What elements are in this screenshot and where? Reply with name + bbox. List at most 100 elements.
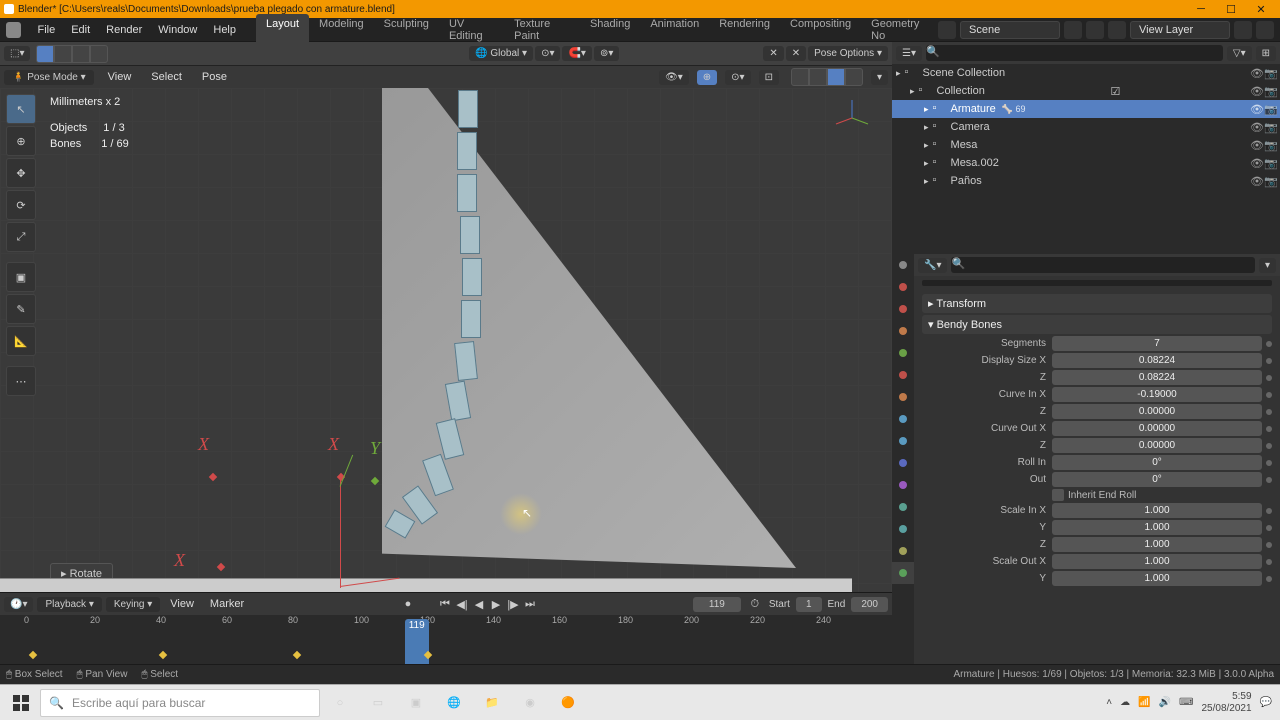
- prop-tab-9[interactable]: [892, 452, 914, 474]
- tab-layout[interactable]: Layout: [256, 14, 309, 46]
- view-layer-field[interactable]: View Layer: [1130, 21, 1230, 39]
- editor-type-dropdown[interactable]: ⬚▾: [4, 46, 30, 61]
- cursor-tool[interactable]: ↖: [6, 94, 36, 124]
- move-tool[interactable]: ✥: [6, 158, 36, 188]
- blender-taskbar-icon[interactable]: 🟠: [550, 689, 586, 717]
- orientation-dropdown[interactable]: 🌐 Global ▾: [469, 46, 533, 61]
- prop-value[interactable]: 0°: [1052, 472, 1262, 487]
- outliner-mesa002[interactable]: ▸▫Mesa.002👁📷: [892, 154, 1280, 172]
- tray-cloud-icon[interactable]: ☁: [1120, 697, 1130, 708]
- mirror-x-button[interactable]: ✕: [786, 46, 806, 61]
- outliner-filter-button[interactable]: ▽▾: [1227, 46, 1252, 61]
- prop-value[interactable]: 1.000: [1052, 537, 1262, 552]
- outliner-mesa[interactable]: ▸▫Mesa👁📷: [892, 136, 1280, 154]
- rotate-tool[interactable]: ⟳: [6, 190, 36, 220]
- timeline-marker-menu[interactable]: Marker: [204, 598, 250, 610]
- taskbar-clock[interactable]: 5:5925/08/2021: [1201, 691, 1251, 715]
- layer-new-icon[interactable]: [1234, 21, 1252, 39]
- prop-tab-3[interactable]: [892, 320, 914, 342]
- play-button[interactable]: ▶: [488, 596, 504, 612]
- prev-key-button[interactable]: ◀|: [454, 596, 470, 612]
- proportional-dropdown[interactable]: ⊚▾: [594, 46, 619, 61]
- prop-value[interactable]: 0°: [1052, 455, 1262, 470]
- tab-modeling[interactable]: Modeling: [309, 14, 374, 46]
- prop-tab-2[interactable]: [892, 298, 914, 320]
- current-frame-field[interactable]: 119: [693, 597, 741, 612]
- playback-dropdown[interactable]: Playback ▾: [37, 597, 101, 612]
- close-button[interactable]: ✕: [1246, 3, 1276, 16]
- taskbar-search[interactable]: 🔍 Escribe aquí para buscar: [40, 689, 320, 717]
- scale-tool[interactable]: ⤢: [6, 222, 36, 252]
- prop-tab-12[interactable]: [892, 518, 914, 540]
- extra-tool[interactable]: ⋯: [6, 366, 36, 396]
- view-menu[interactable]: View: [102, 71, 138, 83]
- start-button[interactable]: [4, 689, 38, 717]
- scene-browse-icon[interactable]: [938, 21, 956, 39]
- outliner-editor-dropdown[interactable]: ☰▾: [896, 46, 922, 61]
- scene-name-field[interactable]: Scene: [960, 21, 1060, 39]
- prop-value[interactable]: 0.00000: [1052, 438, 1262, 453]
- jump-end-button[interactable]: ⏭: [522, 596, 538, 612]
- outliner-camera[interactable]: ▸▫Camera👁📷: [892, 118, 1280, 136]
- keyframe[interactable]: [293, 651, 301, 659]
- shading-dropdown[interactable]: ▾: [871, 70, 888, 85]
- tray-chevron-icon[interactable]: ˄: [1106, 697, 1112, 708]
- select-menu[interactable]: Select: [145, 71, 188, 83]
- maximize-button[interactable]: ☐: [1216, 3, 1246, 16]
- keying-dropdown[interactable]: Keying ▾: [106, 597, 160, 612]
- select-mode-pills[interactable]: [36, 45, 108, 63]
- prop-value[interactable]: 0.08224: [1052, 370, 1262, 385]
- prop-tab-4[interactable]: [892, 342, 914, 364]
- prop-tab-0[interactable]: [892, 254, 914, 276]
- tab-uv-editing[interactable]: UV Editing: [439, 14, 504, 46]
- annotate-tool[interactable]: ✎: [6, 294, 36, 324]
- prop-tab-14[interactable]: [892, 562, 914, 584]
- layer-delete-icon[interactable]: [1256, 21, 1274, 39]
- 3d-viewport[interactable]: ↖⊕✥⟳⤢▣✎📐⋯ Millimeters x 2 Objects1 / 3 B…: [0, 88, 892, 592]
- prop-value[interactable]: 1.000: [1052, 571, 1262, 586]
- scene-delete-icon[interactable]: [1086, 21, 1104, 39]
- menu-window[interactable]: Window: [150, 24, 205, 36]
- pose-menu[interactable]: Pose: [196, 71, 233, 83]
- play-reverse-button[interactable]: ◀: [471, 596, 487, 612]
- prop-tab-5[interactable]: [892, 364, 914, 386]
- mirror-button[interactable]: ✕: [763, 46, 783, 61]
- outliner-armature[interactable]: ▸▫Armature🦴 69👁📷: [892, 100, 1280, 118]
- prop-tab-8[interactable]: [892, 430, 914, 452]
- menu-file[interactable]: File: [29, 24, 63, 36]
- prop-value[interactable]: 1.000: [1052, 520, 1262, 535]
- outliner-new-collection[interactable]: ⊞: [1256, 46, 1276, 61]
- outliner-search[interactable]: 🔍: [926, 45, 1223, 61]
- tab-texture-paint[interactable]: Texture Paint: [504, 14, 580, 46]
- prop-value[interactable]: 0.00000: [1052, 421, 1262, 436]
- taskview-icon[interactable]: ▭: [360, 689, 396, 717]
- visibility-dropdown[interactable]: 👁▾: [659, 70, 689, 85]
- checkbox[interactable]: [1052, 489, 1064, 501]
- outliner-collection[interactable]: ▸▫Collection☑👁📷: [892, 82, 1280, 100]
- outliner-paos[interactable]: ▸▫Paños👁📷: [892, 172, 1280, 190]
- transform-tool[interactable]: ▣: [6, 262, 36, 292]
- prop-value[interactable]: -0.19000: [1052, 387, 1262, 402]
- xray-toggle[interactable]: ⊡: [759, 70, 779, 85]
- notifications-icon[interactable]: 💬: [1260, 697, 1272, 708]
- tab-compositing[interactable]: Compositing: [780, 14, 861, 46]
- next-key-button[interactable]: |▶: [505, 596, 521, 612]
- minimize-button[interactable]: ─: [1186, 3, 1216, 15]
- transform-section-header[interactable]: ▸ Transform: [922, 294, 1272, 313]
- overlay-dropdown[interactable]: ⊙▾: [725, 70, 750, 85]
- taskbar-app-1[interactable]: ▣: [398, 689, 434, 717]
- start-frame-field[interactable]: 1: [796, 597, 822, 612]
- tray-lang[interactable]: ⌨: [1179, 697, 1193, 708]
- explorer-icon[interactable]: 📁: [474, 689, 510, 717]
- select-tool[interactable]: ⊕: [6, 126, 36, 156]
- menu-help[interactable]: Help: [205, 24, 244, 36]
- timeline-editor-dropdown[interactable]: 🕐▾: [4, 597, 33, 612]
- props-options[interactable]: ▾: [1259, 258, 1276, 273]
- keyframe[interactable]: [29, 651, 37, 659]
- scene-new-icon[interactable]: [1064, 21, 1082, 39]
- gizmo-toggle[interactable]: ⊕: [697, 70, 717, 85]
- timeline-view-menu[interactable]: View: [164, 598, 200, 610]
- outliner-scenecollection[interactable]: ▸▫Scene Collection👁📷: [892, 64, 1280, 82]
- snap-dropdown[interactable]: 🧲▾: [562, 46, 591, 61]
- props-search[interactable]: 🔍: [951, 257, 1254, 273]
